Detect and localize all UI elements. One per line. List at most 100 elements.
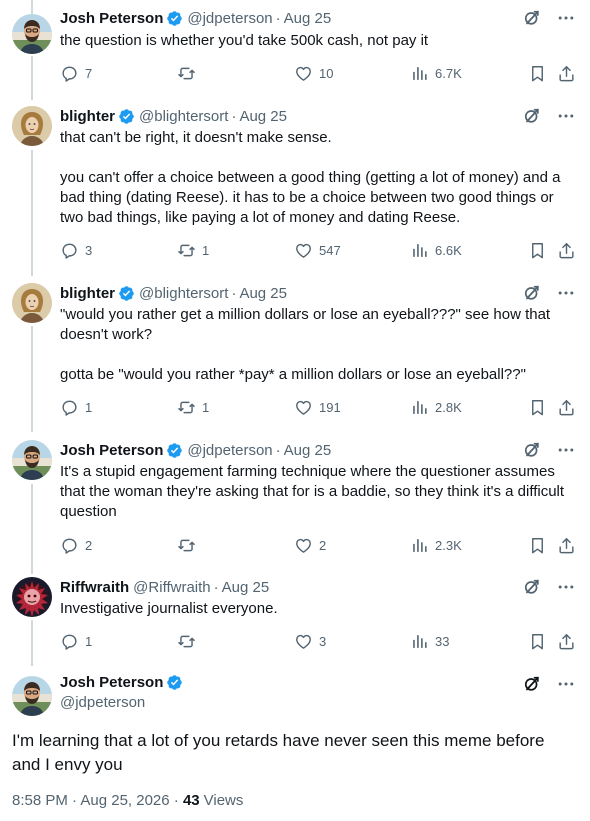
- repost-icon: [177, 241, 196, 260]
- verified-badge-icon: [118, 108, 135, 125]
- bookmark-icon: [528, 64, 547, 83]
- like-button[interactable]: 547: [294, 240, 341, 260]
- like-button[interactable]: 3: [294, 631, 326, 651]
- author-handle[interactable]: @blightersort: [139, 108, 228, 125]
- like-button[interactable]: 2: [294, 535, 326, 555]
- avatar[interactable]: [12, 676, 52, 716]
- grok-icon[interactable]: [522, 674, 542, 694]
- repost-button[interactable]: [177, 631, 202, 651]
- author-name[interactable]: blighter: [60, 108, 115, 125]
- repost-button[interactable]: 1: [177, 240, 209, 260]
- bookmark-icon: [528, 398, 547, 417]
- reply-button[interactable]: 7: [60, 63, 92, 83]
- grok-icon[interactable]: [522, 577, 542, 597]
- view-count: 6.6K: [435, 242, 462, 258]
- tweet-date[interactable]: Aug 25: [222, 579, 270, 596]
- avatar[interactable]: [12, 440, 52, 480]
- bookmark-button[interactable]: [528, 240, 547, 260]
- bookmark-icon: [528, 632, 547, 651]
- views-icon: [410, 632, 429, 651]
- author-name[interactable]: Josh Peterson: [60, 674, 163, 691]
- bookmark-button[interactable]: [528, 63, 547, 83]
- like-icon: [294, 241, 313, 260]
- josh-avatar-icon: [12, 676, 52, 716]
- views-button[interactable]: 33: [410, 631, 449, 651]
- like-icon: [294, 632, 313, 651]
- more-icon[interactable]: [556, 440, 576, 460]
- avatar[interactable]: [12, 283, 52, 323]
- reply-tweet[interactable]: blighter @blightersort · Aug 25 that can…: [0, 106, 590, 272]
- grok-icon[interactable]: [522, 106, 542, 126]
- author-handle[interactable]: @blightersort: [139, 285, 228, 302]
- repost-icon: [177, 64, 196, 83]
- avatar[interactable]: [12, 577, 52, 617]
- views-button[interactable]: 2.8K: [410, 397, 462, 417]
- tweet-top-icons: [522, 283, 576, 303]
- tweet-text: "would you rather get a million dollars …: [60, 306, 551, 383]
- bookmark-button[interactable]: [528, 535, 547, 555]
- repost-button[interactable]: [177, 63, 202, 83]
- grok-icon[interactable]: [522, 8, 542, 28]
- tweet-header: Riffwraith @Riffwraith · Aug 25: [60, 577, 269, 597]
- separator: ·: [231, 107, 237, 125]
- author-handle[interactable]: @jdpeterson: [187, 10, 272, 27]
- reply-button[interactable]: 1: [60, 631, 92, 651]
- author-name[interactable]: Josh Peterson: [60, 442, 163, 459]
- repost-button[interactable]: [177, 535, 202, 555]
- views-button[interactable]: 6.7K: [410, 63, 462, 83]
- author-name[interactable]: Riffwraith: [60, 579, 129, 596]
- share-button[interactable]: [557, 63, 576, 83]
- views-icon: [410, 398, 429, 417]
- more-icon[interactable]: [556, 8, 576, 28]
- like-count: 3: [319, 633, 327, 649]
- author-name[interactable]: Josh Peterson: [60, 10, 163, 27]
- like-icon: [294, 64, 313, 83]
- reply-button[interactable]: 3: [60, 240, 92, 260]
- share-button[interactable]: [557, 397, 576, 417]
- repost-count: 1: [202, 242, 210, 258]
- author-handle[interactable]: @jdpeterson: [187, 442, 272, 459]
- reply-button[interactable]: 1: [60, 397, 92, 417]
- reply-button[interactable]: 2: [60, 535, 92, 555]
- tweet-top-icons: [522, 106, 576, 126]
- share-button[interactable]: [557, 240, 576, 260]
- views-button[interactable]: 6.6K: [410, 240, 462, 260]
- share-button[interactable]: [557, 631, 576, 651]
- share-button[interactable]: [557, 535, 576, 555]
- grok-icon[interactable]: [522, 283, 542, 303]
- view-count: 2.8K: [435, 399, 462, 415]
- tweet-date[interactable]: Aug 25: [284, 442, 332, 459]
- bookmark-button[interactable]: [528, 397, 547, 417]
- views-label: Views: [203, 792, 244, 809]
- avatar[interactable]: [12, 14, 52, 54]
- avatar[interactable]: [12, 106, 52, 146]
- like-button[interactable]: 191: [294, 397, 341, 417]
- reply-tweet[interactable]: Josh Peterson @jdpeterson · Aug 25 It's …: [0, 440, 590, 560]
- tweet-date[interactable]: Aug 25: [284, 10, 332, 27]
- reply-tweet[interactable]: Josh Peterson @jdpeterson · Aug 25 the q…: [0, 8, 590, 90]
- like-count: 547: [319, 242, 341, 258]
- author-handle[interactable]: @jdpeterson: [60, 694, 183, 711]
- reply-tweet[interactable]: Riffwraith @Riffwraith · Aug 25 Investig…: [0, 577, 590, 657]
- more-icon[interactable]: [556, 283, 576, 303]
- verified-badge-icon: [166, 10, 183, 27]
- action-bar: 1 3 33: [60, 631, 580, 651]
- tweet-date[interactable]: Aug 25: [239, 108, 287, 125]
- reply-count: 1: [85, 633, 93, 649]
- more-icon[interactable]: [556, 106, 576, 126]
- timestamp[interactable]: 8:58 PM · Aug 25, 2026 ·: [12, 792, 183, 809]
- more-icon[interactable]: [556, 674, 576, 694]
- author-name[interactable]: blighter: [60, 285, 115, 302]
- repost-button[interactable]: 1: [177, 397, 209, 417]
- reply-tweet[interactable]: blighter @blightersort · Aug 25 "would y…: [0, 283, 590, 423]
- grok-icon[interactable]: [522, 440, 542, 460]
- views-count: 43: [182, 792, 200, 809]
- more-icon[interactable]: [556, 577, 576, 597]
- tweet-date[interactable]: Aug 25: [239, 285, 287, 302]
- author-handle[interactable]: @Riffwraith: [133, 579, 210, 596]
- main-tweet-text: I'm learning that a lot of you retards h…: [12, 731, 545, 774]
- bookmark-button[interactable]: [528, 631, 547, 651]
- tweet-header: Josh Peterson @jdpeterson · Aug 25: [60, 440, 331, 460]
- like-button[interactable]: 10: [294, 63, 333, 83]
- views-button[interactable]: 2.3K: [410, 535, 462, 555]
